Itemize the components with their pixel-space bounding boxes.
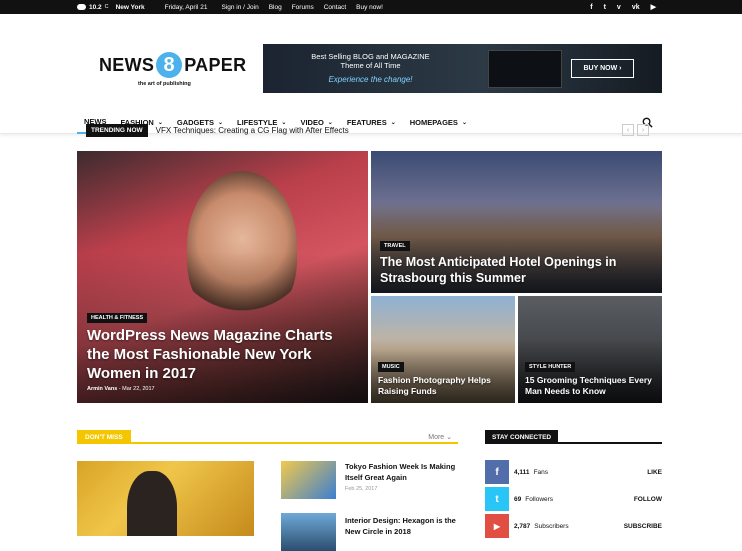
featured-tile-travel[interactable]: TRAVEL The Most Anticipated Hotel Openin…	[371, 151, 662, 293]
stay-connected-header: STAY CONNECTED	[485, 430, 662, 444]
tile-title[interactable]: The Most Anticipated Hotel Openings in S…	[380, 254, 650, 286]
nav-features[interactable]: FEATURES ⌄	[340, 111, 403, 134]
logo-eight: 8	[156, 52, 183, 78]
dont-miss-main-image[interactable]	[77, 461, 254, 536]
small-post[interactable]: Tokyo Fashion Week Is Making Itself Grea…	[281, 461, 471, 501]
social-row-twitter: t 69 Followers FOLLOW	[485, 487, 662, 511]
logo-left: NEWS	[99, 54, 155, 75]
trending-next-button[interactable]: ›	[637, 124, 649, 136]
cloud-icon	[77, 4, 86, 10]
logo-tagline: the art of publishing	[138, 81, 191, 87]
banner-line1: Best Selling BLOG and MAGAZINE	[311, 52, 430, 61]
small-post[interactable]: Interior Design: Hexagon is the New Circ…	[281, 513, 471, 551]
facebook-icon[interactable]: f	[590, 4, 592, 11]
weather-city: New York	[115, 3, 145, 11]
nav-label: FEATURES	[346, 118, 387, 127]
facebook-icon[interactable]: f	[485, 460, 509, 484]
dont-miss-label: DON'T MISS	[77, 430, 131, 444]
buy-now-button[interactable]: BUY NOW ›	[571, 59, 634, 78]
featured-tile-style[interactable]: STYLE HUNTER 15 Grooming Techniques Ever…	[518, 296, 662, 403]
ad-banner[interactable]: Best Selling BLOG and MAGAZINE Theme of …	[263, 44, 662, 93]
tile-meta: Armin Vans - Mar 22, 2017	[87, 386, 155, 392]
header: NEWS 8 PAPER the art of publishing Best …	[0, 14, 742, 111]
weather-widget: 10.2 C New York	[77, 4, 145, 11]
featured-tile-main[interactable]: HEALTH & FITNESS WordPress News Magazine…	[77, 151, 368, 403]
tile-category[interactable]: TRAVEL	[380, 241, 410, 251]
weather-unit: C	[104, 4, 109, 10]
top-bar: 10.2 C New York Friday, April 21 Sign in…	[0, 0, 742, 14]
stay-connected-label: STAY CONNECTED	[485, 430, 559, 444]
social-count: 4,111	[514, 468, 530, 476]
trending-arrows: ‹ ›	[622, 124, 649, 136]
banner-text: Best Selling BLOG and MAGAZINE Theme of …	[263, 52, 478, 70]
social-icons: f t v vk ▶	[590, 0, 656, 14]
banner-line3: Experience the change!	[328, 75, 413, 84]
bearded-man-image	[127, 471, 177, 536]
twitter-icon[interactable]: t	[604, 4, 606, 11]
banner-screenshot	[488, 50, 562, 88]
trending-headline[interactable]: VFX Techniques: Creating a CG Flag with …	[156, 126, 349, 135]
vimeo-icon[interactable]: v	[617, 4, 621, 11]
tile-author[interactable]: Armin Vans	[87, 386, 117, 392]
small-post-thumb[interactable]	[281, 461, 336, 499]
tile-category[interactable]: MUSIC	[378, 362, 404, 372]
tile-title[interactable]: Fashion Photography Helps Raising Funds	[378, 375, 508, 397]
trending-label: TRENDING NOW	[86, 123, 148, 137]
twitter-icon[interactable]: t	[485, 487, 509, 511]
youtube-icon[interactable]: ▶	[651, 3, 656, 11]
featured-tile-music[interactable]: MUSIC Fashion Photography Helps Raising …	[371, 296, 515, 403]
nav-homepages[interactable]: HOMEPAGES ⌄	[403, 111, 474, 134]
top-date: Friday, April 21	[164, 3, 208, 11]
tile-date: Mar 22, 2017	[122, 386, 155, 392]
blog-link[interactable]: Blog	[269, 4, 282, 11]
small-post-thumb[interactable]	[281, 513, 336, 551]
subscribe-button[interactable]: SUBSCRIBE	[624, 523, 662, 530]
trending-bar: TRENDING NOW VFX Techniques: Creating a …	[86, 123, 349, 137]
social-count: 2,787	[514, 522, 531, 530]
chevron-down-icon: ⌄	[390, 120, 396, 126]
like-button[interactable]: LIKE	[647, 469, 662, 476]
trending-prev-button[interactable]: ‹	[622, 124, 634, 136]
tile-title[interactable]: WordPress News Magazine Charts the Most …	[87, 326, 357, 383]
social-unit: Subscribers	[534, 522, 569, 530]
tile-title[interactable]: 15 Grooming Techniques Every Man Needs t…	[525, 375, 657, 397]
tile-category[interactable]: STYLE HUNTER	[525, 362, 576, 372]
chevron-down-icon: ⌄	[461, 120, 467, 126]
small-post-title[interactable]: Interior Design: Hexagon is the New Circ…	[345, 515, 465, 537]
site-logo[interactable]: NEWS 8 PAPER	[99, 52, 246, 78]
contact-link[interactable]: Contact	[324, 4, 346, 11]
youtube-icon[interactable]: ▶	[485, 514, 509, 538]
buy-now-link[interactable]: Buy now!	[356, 4, 383, 11]
banner-line2: Theme of All Time	[340, 61, 401, 70]
nav-label: HOMEPAGES	[409, 118, 458, 127]
social-unit: Fans	[533, 468, 549, 476]
follow-button[interactable]: FOLLOW	[634, 496, 662, 503]
social-unit: Followers	[525, 495, 554, 503]
tile-category[interactable]: HEALTH & FITNESS	[87, 313, 148, 323]
small-post-date: Feb 25, 2017	[345, 486, 378, 492]
logo-right: PAPER	[184, 54, 247, 75]
more-dropdown[interactable]: More ⌄	[428, 433, 452, 441]
weather-temp: 10.2	[89, 3, 102, 11]
dont-miss-header: DON'T MISS More ⌄	[77, 430, 458, 444]
forums-link[interactable]: Forums	[292, 4, 314, 11]
signin-link[interactable]: Sign in / Join	[221, 4, 258, 11]
top-links: Sign in / Join Blog Forums Contact Buy n…	[221, 4, 382, 11]
social-row-facebook: f 4,111 Fans LIKE	[485, 460, 662, 484]
vk-icon[interactable]: vk	[632, 4, 640, 11]
small-post-title[interactable]: Tokyo Fashion Week Is Making Itself Grea…	[345, 461, 465, 483]
social-count: 69	[514, 495, 522, 503]
social-row-youtube: ▶ 2,787 Subscribers SUBSCRIBE	[485, 514, 662, 538]
